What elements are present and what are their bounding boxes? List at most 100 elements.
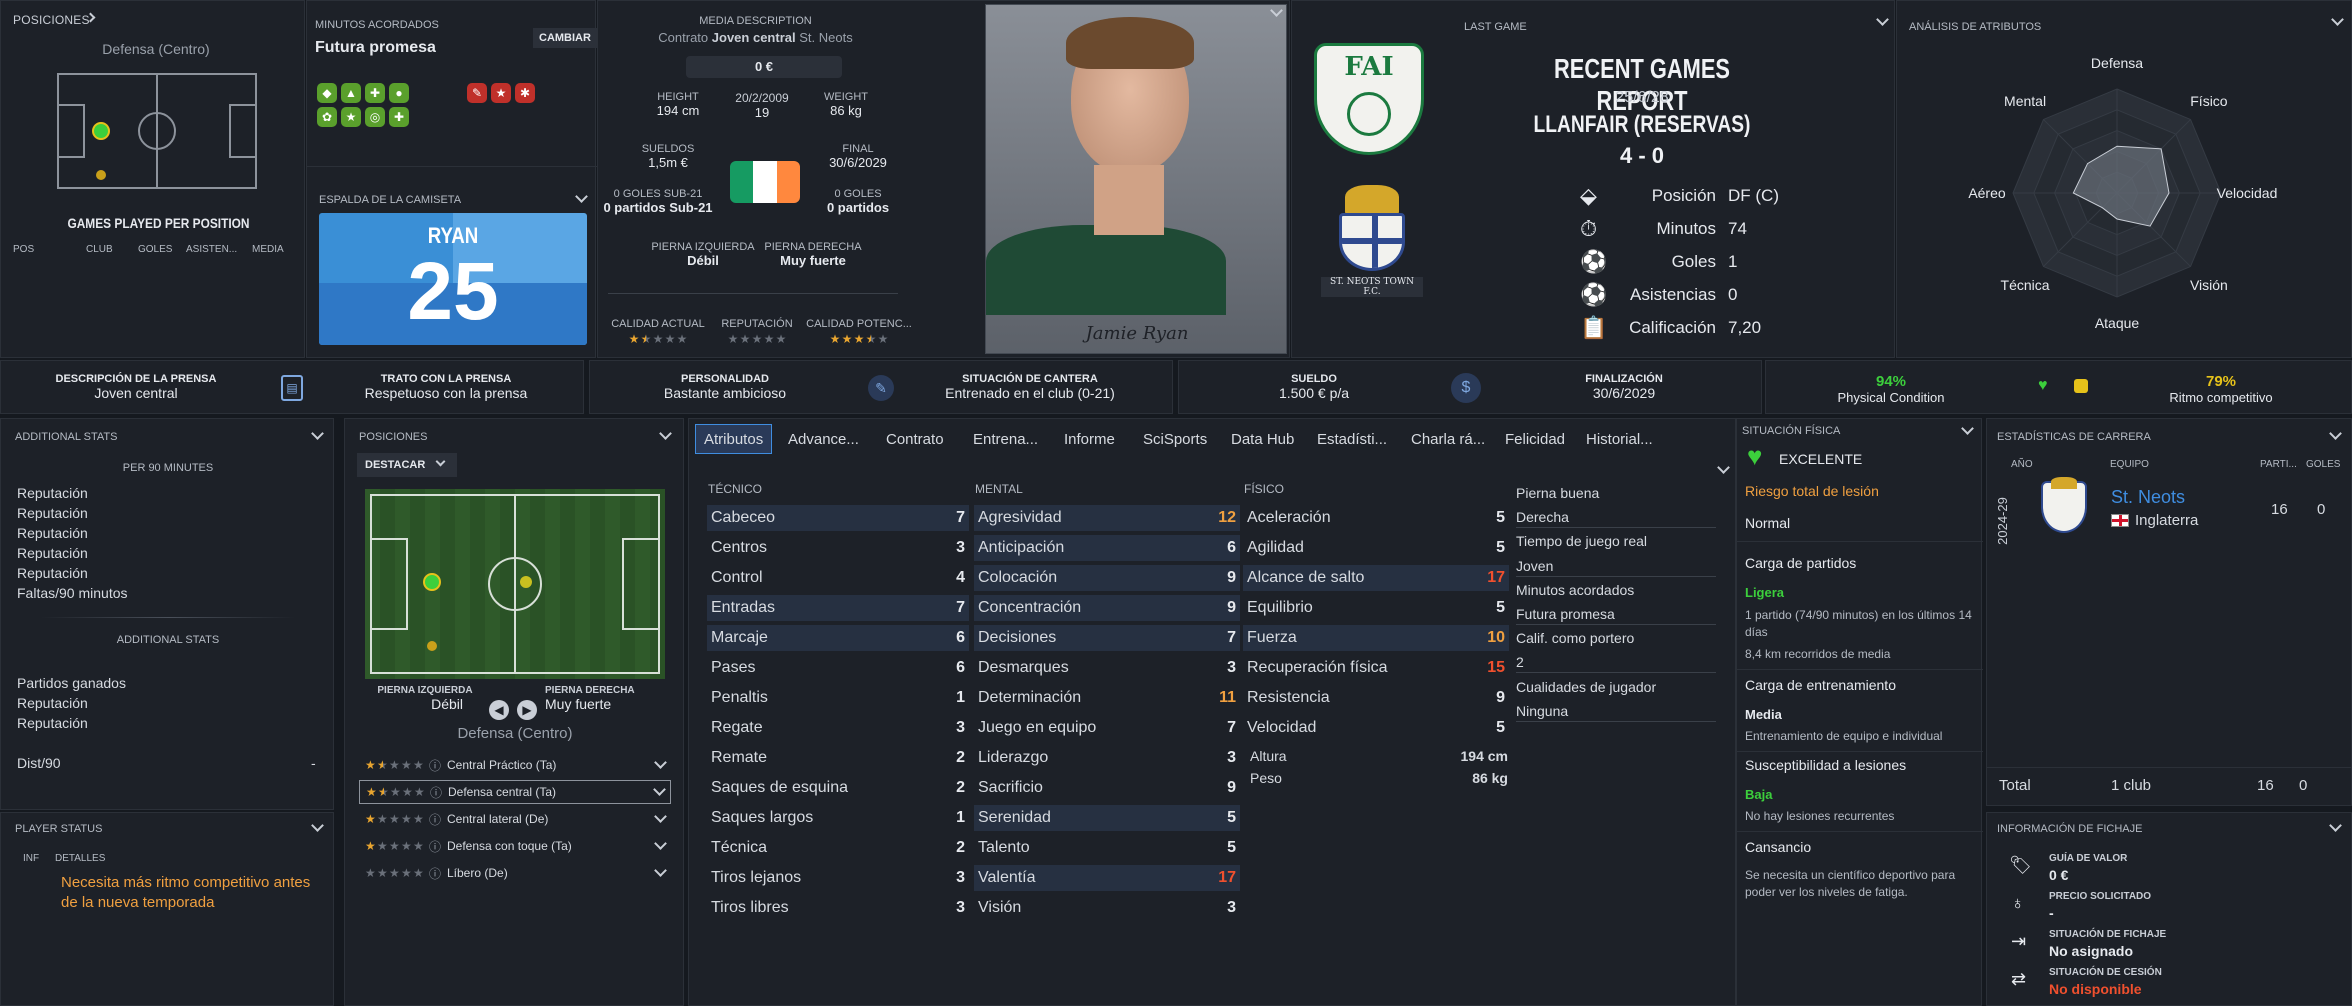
chevron-down-icon[interactable] (659, 427, 672, 440)
attribute-row[interactable]: Tiros lejanos 3 (707, 865, 969, 891)
attribute-row[interactable]: Regate 3 (707, 715, 969, 741)
col-rating[interactable]: MEDIA (252, 244, 292, 255)
col-year[interactable]: AÑO (2011, 459, 2033, 470)
col-pos[interactable]: POS (13, 244, 86, 255)
chevron-down-icon[interactable] (1717, 461, 1730, 474)
fisico-label: FÍSICO (1244, 482, 1285, 496)
attribute-row[interactable]: Agresividad 12 (974, 505, 1240, 531)
attribute-row[interactable]: Control 4 (707, 565, 969, 591)
col-games[interactable]: PARTI... (2260, 459, 2297, 470)
tab-10[interactable]: Historial... (1578, 424, 1661, 454)
role-row[interactable]: ★★★★★ ⓘ Defensa con toque (Ta) (359, 834, 671, 858)
chevron-down-icon[interactable] (2331, 13, 2344, 26)
trait-icon[interactable]: ★ (491, 83, 511, 103)
attribute-row[interactable]: Decisiones 7 (974, 625, 1240, 651)
attribute-row[interactable]: Colocación 9 (974, 565, 1240, 591)
positions-link[interactable]: POSICIONES (13, 13, 90, 27)
attribute-row[interactable]: Velocidad 5 (1243, 715, 1509, 741)
role-row[interactable]: ★★★★★ ⓘ Defensa central (Ta) (359, 780, 671, 804)
attribute-row[interactable]: Cabeceo 7 (707, 505, 969, 531)
attribute-row[interactable]: Fuerza 10 (1243, 625, 1509, 651)
career-year: 2024-29 (1995, 497, 2010, 545)
attribute-row[interactable]: Recuperación física 15 (1243, 655, 1509, 681)
attribute-row[interactable]: Anticipación 6 (974, 535, 1240, 561)
info-icon[interactable]: ⓘ (429, 838, 447, 855)
chevron-down-icon[interactable] (2329, 819, 2342, 832)
info-icon[interactable]: ⓘ (429, 865, 447, 882)
rep-block[interactable]: REPUTACIÓN ★★★★★ (702, 318, 812, 348)
attribute-row[interactable]: Determinación 11 (974, 685, 1240, 711)
col-team[interactable]: EQUIPO (2110, 459, 2149, 470)
trait-icon[interactable]: ● (389, 83, 409, 103)
attribute-row[interactable]: Liderazgo 3 (974, 745, 1240, 771)
attribute-row[interactable]: Concentración 9 (974, 595, 1240, 621)
position-icon: ⬙ (1580, 182, 1597, 208)
attribute-row[interactable]: Aceleración 5 (1243, 505, 1509, 531)
chevron-down-icon[interactable] (575, 190, 588, 203)
role-row[interactable]: ★★★★★ ⓘ Central lateral (De) (359, 807, 671, 831)
heart-large-icon: ♥ (1747, 441, 1763, 471)
trait-icon[interactable]: ✎ (467, 83, 487, 103)
chevron-down-icon[interactable] (311, 819, 324, 832)
attribute-row[interactable]: Saques de esquina 2 (707, 775, 969, 801)
attribute-row[interactable]: Valentía 17 (974, 865, 1240, 891)
photo-neck (1094, 165, 1164, 235)
pa-block[interactable]: CALIDAD POTENC... ★★★★★ (804, 318, 914, 348)
trait-icon[interactable]: ✚ (389, 107, 409, 127)
trait-icon[interactable]: ✱ (515, 83, 535, 103)
ca-block[interactable]: CALIDAD ACTUAL ★★★★★ (598, 318, 718, 348)
divider (1987, 767, 2352, 768)
role-row[interactable]: ★★★★★ ⓘ Líbero (De) (359, 861, 671, 885)
tab-5[interactable]: SciSports (1135, 424, 1215, 454)
chevron-down-icon[interactable] (311, 427, 324, 440)
tab-7[interactable]: Estadísti... (1309, 424, 1395, 454)
tab-3[interactable]: Entrena... (965, 424, 1046, 454)
attribute-row[interactable]: Juego en equipo 7 (974, 715, 1240, 741)
info-icon[interactable]: ⓘ (430, 784, 448, 801)
tab-2[interactable]: Contrato (878, 424, 952, 454)
col-club[interactable]: CLUB (86, 244, 138, 255)
attribute-row[interactable]: Equilibrio 5 (1243, 595, 1509, 621)
info-icon[interactable]: ⓘ (429, 811, 447, 828)
trait-icon[interactable]: ✚ (365, 83, 385, 103)
col-goals[interactable]: GOLES (138, 244, 186, 255)
attribute-row[interactable]: Visión 3 (974, 895, 1240, 921)
attribute-row[interactable]: Tiros libres 3 (707, 895, 969, 921)
role-row[interactable]: ★★★★★ ⓘ Central Práctico (Ta) (359, 753, 671, 777)
info-icon[interactable]: ⓘ (429, 757, 447, 774)
attribute-row[interactable]: Resistencia 9 (1243, 685, 1509, 711)
col-assists[interactable]: ASISTEN... (186, 244, 252, 255)
trait-icon[interactable]: ◆ (317, 83, 337, 103)
career-team-link[interactable]: St. Neots (2111, 487, 2185, 508)
attribute-row[interactable]: Penaltis 1 (707, 685, 969, 711)
trait-icon[interactable]: ▲ (341, 83, 361, 103)
attribute-row[interactable]: Entradas 7 (707, 595, 969, 621)
tab-4[interactable]: Informe (1056, 424, 1123, 454)
chevron-down-icon[interactable] (1876, 13, 1889, 26)
tab-8[interactable]: Charla rá... (1403, 424, 1493, 454)
highlight-dropdown[interactable]: DESTACAR (357, 453, 457, 477)
tab-9[interactable]: Felicidad (1497, 424, 1573, 454)
tab-6[interactable]: Data Hub (1223, 424, 1302, 454)
trait-icon[interactable]: ◎ (365, 107, 385, 127)
attribute-row[interactable]: Desmarques 3 (974, 655, 1240, 681)
attribute-row[interactable]: Marcaje 6 (707, 625, 969, 651)
attribute-row[interactable]: Serenidad 5 (974, 805, 1240, 831)
col-goals[interactable]: GOLES (2306, 459, 2340, 470)
attribute-row[interactable]: Técnica 2 (707, 835, 969, 861)
attribute-row[interactable]: Saques largos 1 (707, 805, 969, 831)
trait-icon[interactable]: ✿ (317, 107, 337, 127)
chevron-down-icon[interactable] (1961, 422, 1974, 435)
attribute-row[interactable]: Remate 2 (707, 745, 969, 771)
attribute-row[interactable]: Talento 5 (974, 835, 1240, 861)
attribute-row[interactable]: Alcance de salto 17 (1243, 565, 1509, 591)
chevron-down-icon[interactable] (2329, 427, 2342, 440)
tab-1[interactable]: Advance... (780, 424, 867, 454)
tab-0[interactable]: Atributos (695, 424, 773, 454)
attribute-row[interactable]: Agilidad 5 (1243, 535, 1509, 561)
change-button[interactable]: CAMBIAR (533, 28, 597, 48)
attribute-row[interactable]: Sacrificio 9 (974, 775, 1240, 801)
attribute-row[interactable]: Centros 3 (707, 535, 969, 561)
attribute-row[interactable]: Pases 6 (707, 655, 969, 681)
trait-icon[interactable]: ★ (341, 107, 361, 127)
